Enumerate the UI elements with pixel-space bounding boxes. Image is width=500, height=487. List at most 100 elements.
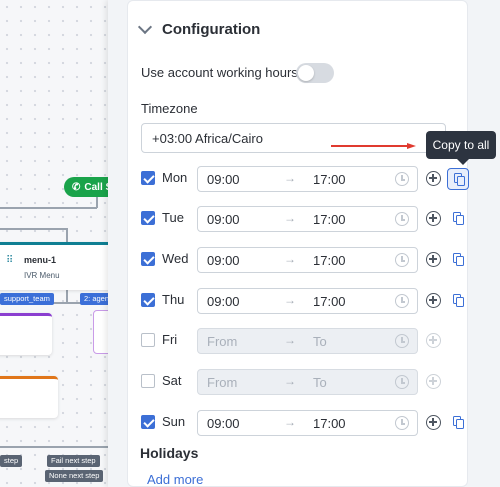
time-from: 09:00 xyxy=(207,416,240,431)
branch-tag-support-team: support_team xyxy=(0,293,54,305)
day-name: Thu xyxy=(162,292,185,307)
day-row-fri: Fri From → To xyxy=(141,328,471,354)
arrow-right-icon: → xyxy=(284,333,296,347)
clock-icon xyxy=(395,294,409,308)
day-checkbox[interactable] xyxy=(141,333,155,347)
flow-node-purple-partial[interactable] xyxy=(93,310,108,354)
clock-icon xyxy=(395,253,409,267)
day-name: Mon xyxy=(162,170,188,185)
phone-icon: ✆ xyxy=(72,181,81,193)
copy-icon-front xyxy=(456,256,464,266)
time-to: To xyxy=(313,375,327,390)
time-to: 17:00 xyxy=(313,212,346,227)
branch-tag-none-next-step: None next step xyxy=(45,470,104,482)
time-from: 09:00 xyxy=(207,172,240,187)
time-range-input[interactable]: 09:00 → 17:00 xyxy=(197,247,418,273)
copy-icon-front xyxy=(456,419,464,429)
time-to: To xyxy=(313,334,327,349)
day-row-sun: Sun 09:00 → 17:00 xyxy=(141,410,471,436)
day-checkbox[interactable] xyxy=(141,211,155,225)
chevron-down-icon[interactable] xyxy=(137,19,153,35)
flow-connector xyxy=(66,228,68,242)
section-header[interactable]: Configuration xyxy=(137,19,261,39)
working-hours-label: Use account working hours xyxy=(141,65,298,80)
copy-to-all-button[interactable] xyxy=(447,168,469,190)
copy-icon-front xyxy=(456,297,464,307)
config-drawer: Configuration Use account working hours … xyxy=(108,0,500,487)
day-row-mon: Mon 09:00 → 17:00 xyxy=(141,166,471,192)
flow-canvas: ✆ Call S ⠿ menu-1 IVR Menu support_team … xyxy=(0,0,108,487)
day-checkbox[interactable] xyxy=(141,293,155,307)
time-to: 17:00 xyxy=(313,253,346,268)
time-range-input[interactable]: 09:00 → 17:00 xyxy=(197,288,418,314)
day-row-wed: Wed 09:00 → 17:00 xyxy=(141,247,471,273)
time-range-input[interactable]: 09:00 → 17:00 xyxy=(197,166,418,192)
copy-icon-front xyxy=(456,215,464,225)
day-name: Sun xyxy=(162,414,186,429)
day-checkbox[interactable] xyxy=(141,171,155,185)
working-hours-toggle[interactable] xyxy=(296,63,334,83)
time-from: From xyxy=(207,334,238,349)
add-time-range-button xyxy=(426,333,441,348)
branch-tag-fail-next-step: Fail next step xyxy=(47,455,100,467)
arrow-right-icon: → xyxy=(284,252,296,266)
time-range-input: From → To xyxy=(197,328,418,354)
menu-node-subtitle: IVR Menu xyxy=(24,271,60,280)
arrow-right-icon: → xyxy=(284,293,296,307)
ivr-menu-node[interactable]: ⠿ menu-1 IVR Menu xyxy=(0,242,108,290)
call-node-label: Call S xyxy=(84,181,108,193)
copy-icon-front xyxy=(457,176,465,186)
add-time-range-button[interactable] xyxy=(426,211,441,226)
arrow-right-icon: → xyxy=(284,171,296,185)
annotation-arrow xyxy=(331,143,416,149)
time-from: 09:00 xyxy=(207,253,240,268)
grid-icon: ⠿ xyxy=(6,255,14,266)
add-more-link[interactable]: Add more xyxy=(147,472,203,487)
clock-icon xyxy=(395,334,409,348)
day-row-tue: Tue 09:00 → 17:00 xyxy=(141,206,471,232)
flow-connector xyxy=(0,446,108,448)
time-range-input[interactable]: 09:00 → 17:00 xyxy=(197,410,418,436)
time-from: 09:00 xyxy=(207,212,240,227)
flow-connector xyxy=(0,228,67,230)
copy-to-all-button[interactable] xyxy=(447,208,469,230)
time-to: 17:00 xyxy=(313,172,346,187)
time-to: 17:00 xyxy=(313,416,346,431)
clock-icon xyxy=(395,212,409,226)
timezone-label: Timezone xyxy=(141,101,198,116)
time-to: 17:00 xyxy=(313,294,346,309)
menu-node-title: menu-1 xyxy=(24,255,57,265)
timezone-value: +03:00 Africa/Cairo xyxy=(152,130,263,146)
flow-node-orange[interactable] xyxy=(0,376,58,418)
clock-icon xyxy=(395,375,409,389)
branch-tag-step: step xyxy=(0,455,23,467)
arrow-right-icon: → xyxy=(284,415,296,429)
time-from: 09:00 xyxy=(207,294,240,309)
add-time-range-button[interactable] xyxy=(426,171,441,186)
clock-icon xyxy=(395,172,409,186)
day-name: Tue xyxy=(162,210,184,225)
configuration-section: Configuration Use account working hours … xyxy=(127,0,471,487)
day-checkbox[interactable] xyxy=(141,252,155,266)
day-checkbox[interactable] xyxy=(141,415,155,429)
arrow-right-icon: → xyxy=(284,211,296,225)
copy-to-all-tooltip: Copy to all xyxy=(426,131,496,165)
holidays-title: Holidays xyxy=(140,445,199,461)
call-node[interactable]: ✆ Call S xyxy=(64,177,108,197)
copy-to-all-button[interactable] xyxy=(447,290,469,312)
flow-connector xyxy=(0,207,97,209)
day-name: Fri xyxy=(162,332,178,347)
copy-to-all-button[interactable] xyxy=(447,249,469,271)
day-checkbox[interactable] xyxy=(141,374,155,388)
time-range-input[interactable]: 09:00 → 17:00 xyxy=(197,206,418,232)
add-time-range-button[interactable] xyxy=(426,293,441,308)
day-row-thu: Thu 09:00 → 17:00 xyxy=(141,288,471,314)
flow-node-purple[interactable] xyxy=(0,313,52,355)
add-time-range-button[interactable] xyxy=(426,252,441,267)
time-range-input: From → To xyxy=(197,369,418,395)
add-time-range-button[interactable] xyxy=(426,415,441,430)
section-title: Configuration xyxy=(162,20,261,38)
day-name: Sat xyxy=(162,373,182,388)
add-time-range-button xyxy=(426,374,441,389)
copy-to-all-button[interactable] xyxy=(447,412,469,434)
